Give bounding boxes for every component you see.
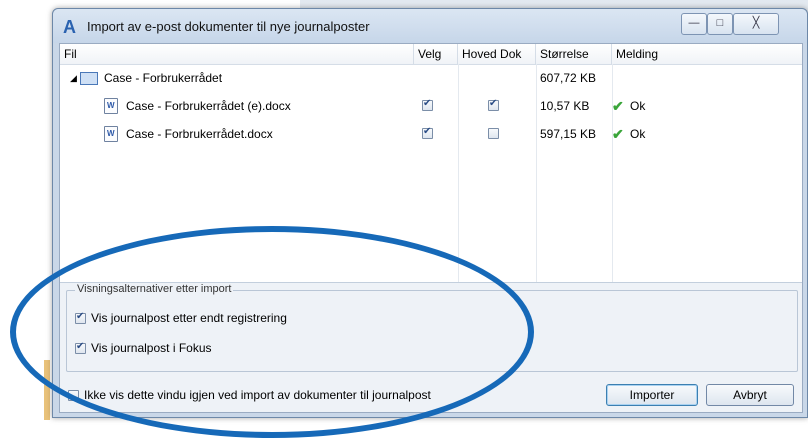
minimize-button[interactable]: — (681, 13, 707, 35)
parent-row[interactable]: ◢ Case - Forbrukerrådet 607,72 KB (60, 66, 802, 90)
show-after-registration-label[interactable]: Vis journalpost etter endt registrering (91, 311, 287, 325)
dialog-body: Fil Velg Hoved Dok Størrelse Melding ◢ C… (59, 43, 803, 413)
ok-check-icon: ✔ (612, 98, 624, 114)
file-grid: Fil Velg Hoved Dok Størrelse Melding ◢ C… (60, 44, 802, 283)
column-header-fil[interactable]: Fil (60, 44, 414, 64)
show-in-focus-label[interactable]: Vis journalpost i Fokus (91, 341, 212, 355)
column-header-melding[interactable]: Melding (612, 44, 802, 64)
show-in-focus-checkbox[interactable] (75, 341, 86, 354)
import-button[interactable]: Importer (606, 384, 698, 406)
parent-size: 607,72 KB (540, 71, 597, 85)
table-row[interactable]: Case - Forbrukerrådet (e).docx 10,57 KB … (60, 94, 802, 118)
table-row[interactable]: Case - Forbrukerrådet.docx 597,15 KB ✔ O… (60, 122, 802, 146)
hoved-dok-checkbox[interactable] (488, 98, 499, 111)
word-document-icon (104, 126, 118, 142)
maximize-button[interactable]: □ (707, 13, 733, 35)
grid-header: Fil Velg Hoved Dok Størrelse Melding (60, 44, 802, 65)
group-title: Visningsalternativer etter import (75, 283, 234, 295)
status-text: Ok (630, 99, 646, 113)
background-edge (44, 360, 50, 420)
dialog-title: Import av e-post dokumenter til nye jour… (87, 19, 370, 34)
file-name: Case - Forbrukerrådet (e).docx (126, 99, 291, 113)
collapse-arrow-icon[interactable]: ◢ (70, 66, 77, 90)
velg-checkbox[interactable] (422, 98, 433, 111)
file-name: Case - Forbrukerrådet.docx (126, 127, 273, 141)
ok-check-icon: ✔ (612, 126, 624, 142)
dont-show-again-checkbox[interactable] (68, 390, 79, 401)
dont-show-again-label[interactable]: Ikke vis dette vindu igjen ved import av… (84, 388, 431, 402)
status-text: Ok (630, 127, 646, 141)
close-button[interactable]: ╳ (733, 13, 779, 35)
import-dialog: A Import av e-post dokumenter til nye jo… (52, 8, 808, 418)
display-options-group: Visningsalternativer etter import Vis jo… (66, 283, 798, 372)
cancel-button[interactable]: Avbryt (706, 384, 794, 406)
file-size: 597,15 KB (540, 127, 597, 141)
show-after-registration-checkbox[interactable] (75, 311, 86, 324)
column-header-hoved-dok[interactable]: Hoved Dok (458, 44, 536, 64)
parent-name: Case - Forbrukerrådet (104, 71, 223, 85)
app-logo-icon: A (63, 17, 76, 37)
velg-checkbox[interactable] (422, 126, 433, 139)
column-header-velg[interactable]: Velg (414, 44, 458, 64)
hoved-dok-checkbox[interactable] (488, 128, 499, 139)
background-left (0, 0, 48, 448)
email-icon (80, 72, 98, 85)
file-size: 10,57 KB (540, 99, 590, 113)
title-bar[interactable]: A Import av e-post dokumenter til nye jo… (53, 9, 807, 43)
column-header-storrelse[interactable]: Størrelse (536, 44, 612, 64)
word-document-icon (104, 98, 118, 114)
